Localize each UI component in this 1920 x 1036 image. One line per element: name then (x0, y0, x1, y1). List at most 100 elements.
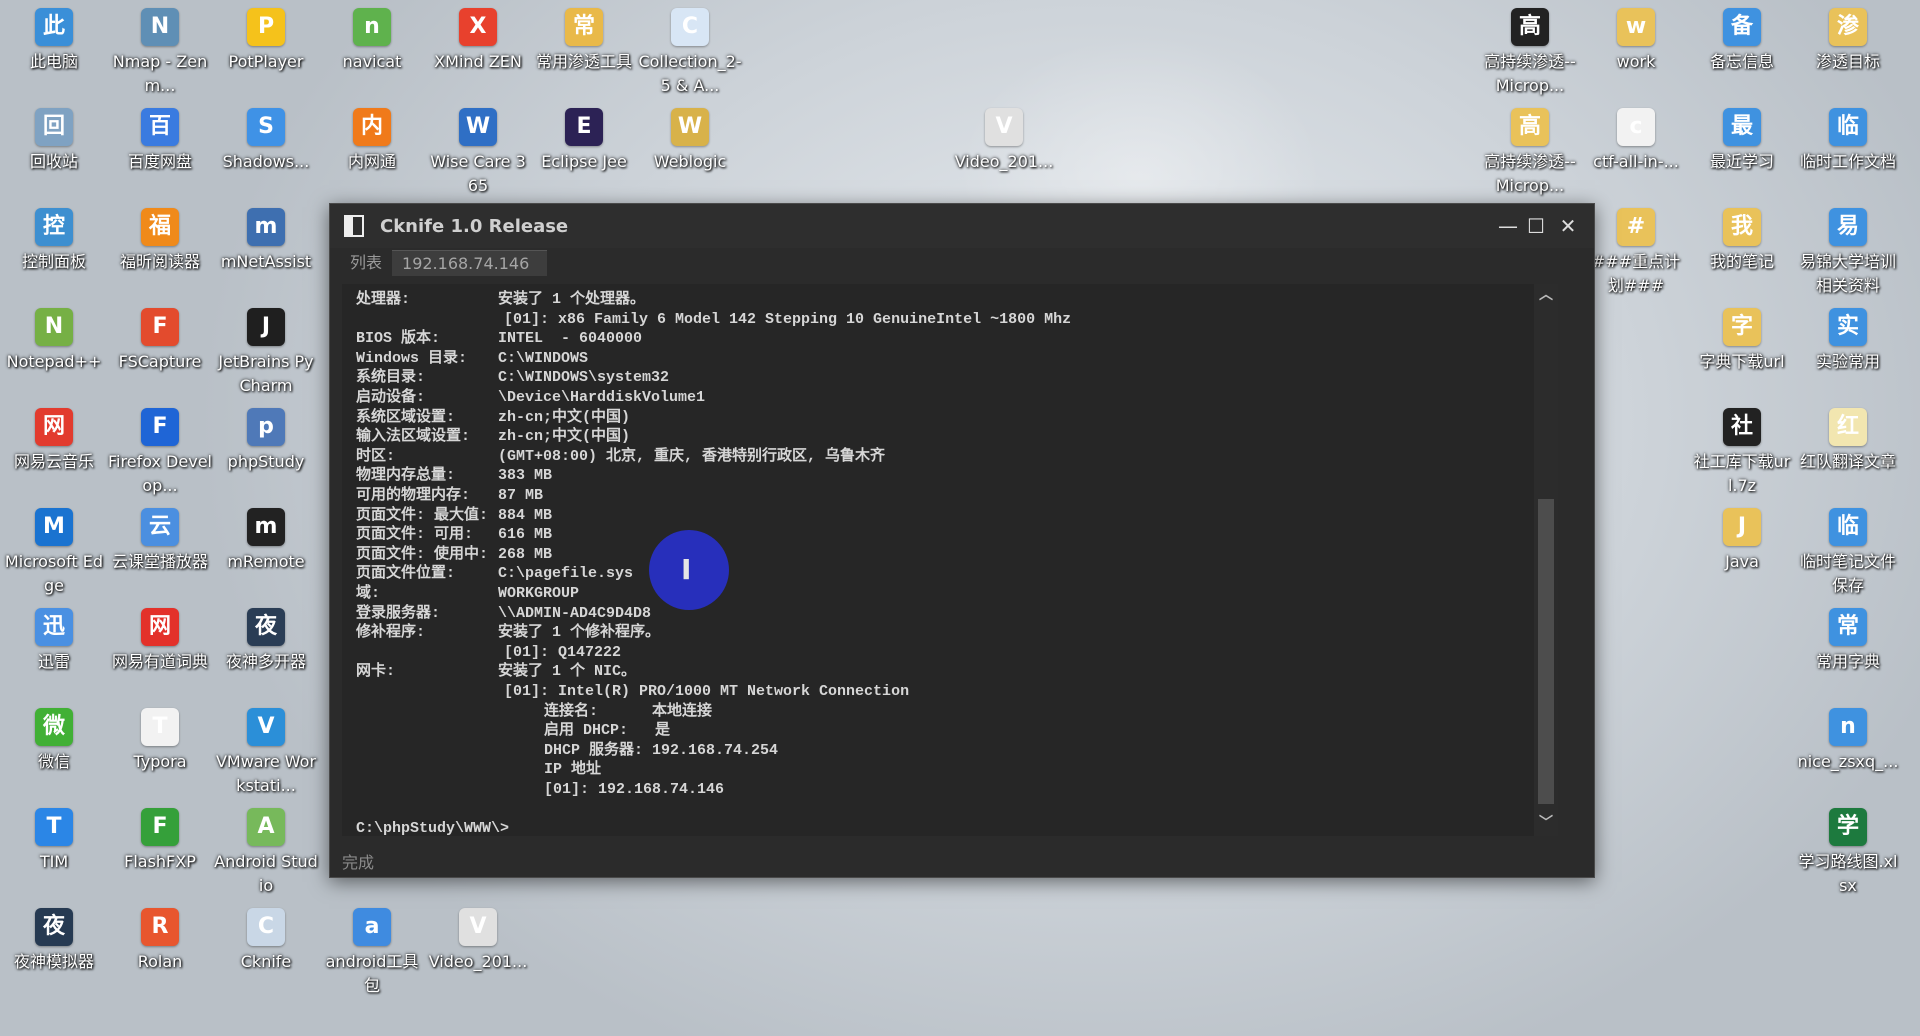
desktop-icon[interactable]: X XMind ZEN (426, 8, 530, 74)
desktop-icon[interactable]: V Video_201... (426, 908, 530, 974)
desktop-icon[interactable]: R Rolan (108, 908, 212, 974)
desktop-icon-label: 临时笔记文件保存 (1799, 552, 1896, 595)
desktop-icon[interactable]: 夜夜神多开器 (214, 608, 318, 674)
desktop-icon[interactable]: 红红队翻译文章 (1796, 408, 1900, 474)
desktop-icon[interactable]: 百百度网盘 (108, 108, 212, 174)
scroll-down-icon[interactable]: ﹀ (1538, 816, 1554, 832)
desktop-icon[interactable]: a android工具包 (320, 908, 424, 998)
desktop-icon-label: 福昕阅读器 (119, 252, 200, 271)
close-icon[interactable]: ✕ (1554, 212, 1582, 240)
desktop-icon-label: 云课堂播放器 (111, 552, 208, 571)
scroll-up-icon[interactable]: ︿ (1538, 288, 1554, 304)
video-file-icon: V (985, 108, 1023, 146)
desktop-icon[interactable]: c ctf-all-in-... (1584, 108, 1688, 174)
tab-host-192-168-74-146[interactable]: 192.168.74.146 (392, 250, 548, 276)
eclipse-icon: E (565, 108, 603, 146)
desktop-icon[interactable]: J JetBrains PyCharm (214, 308, 318, 398)
desktop-icon-label: nice_zsxq_... (1797, 752, 1899, 771)
desktop-icon-label: VMware Workstati... (215, 752, 317, 795)
desktop-icon[interactable]: 回回收站 (2, 108, 106, 174)
desktop-icon[interactable]: w work (1584, 8, 1688, 74)
desktop-icon[interactable]: E Eclipse Jee (532, 108, 636, 174)
desktop-icon[interactable]: 我我的笔记 (1690, 208, 1794, 274)
globe-folder-icon: 实 (1829, 308, 1867, 346)
desktop-icon[interactable]: 备备忘信息 (1690, 8, 1794, 74)
weblogic-icon: W (671, 108, 709, 146)
desktop-icon[interactable]: 最最近学习 (1690, 108, 1794, 174)
desktop-icon[interactable]: W Wise Care 365 (426, 108, 530, 198)
desktop-icon[interactable]: m mNetAssist (214, 208, 318, 274)
desktop-icon[interactable]: C Cknife (214, 908, 318, 974)
desktop-icon[interactable]: 临临时笔记文件保存 (1796, 508, 1900, 598)
desktop-icon[interactable]: J Java (1690, 508, 1794, 574)
console-value: zh-cn;中文(中国) (498, 428, 631, 446)
console-value: 268 MB (498, 545, 553, 563)
desktop-icon-label: Rolan (137, 952, 183, 971)
desktop-icon[interactable]: n navicat (320, 8, 424, 74)
desktop-icon[interactable]: T Typora (108, 708, 212, 774)
desktop-icon[interactable]: 常常用字典 (1796, 608, 1900, 674)
desktop-icon[interactable]: 微微信 (2, 708, 106, 774)
desktop-icon[interactable]: 临临时工作文档 (1796, 108, 1900, 174)
folder-icon: 渗 (1829, 8, 1867, 46)
minimize-icon[interactable]: — (1494, 212, 1522, 240)
desktop-icon[interactable]: F FlashFXP (108, 808, 212, 874)
desktop-icon[interactable]: F Firefox Develop... (108, 408, 212, 498)
desktop-icon[interactable]: p phpStudy (214, 408, 318, 474)
desktop-icon[interactable]: V Video_201... (952, 108, 1056, 174)
pycharm-icon: J (247, 308, 285, 346)
tab-bar: 列表 192.168.74.146 (330, 248, 1594, 276)
console-value: 连接名: 本地连接 (544, 702, 713, 720)
console-value: 616 MB (498, 526, 553, 544)
android-studio-icon: A (247, 808, 285, 846)
desktop-icon[interactable]: 此此电脑 (2, 8, 106, 74)
desktop-icon[interactable]: 云云课堂播放器 (108, 508, 212, 574)
vertical-scrollbar[interactable]: ︿ ﹀ (1534, 284, 1558, 836)
desktop-icon[interactable]: 网网易云音乐 (2, 408, 106, 474)
title-bar[interactable]: Cknife 1.0 Release — ☐ ✕ (330, 204, 1594, 248)
desktop-icon[interactable]: 字字典下载url (1690, 308, 1794, 374)
desktop-icon-label: 红队翻译文章 (1799, 452, 1896, 471)
desktop-icon[interactable]: 常常用渗透工具 (532, 8, 636, 74)
console-value: 87 MB (498, 487, 544, 504)
desktop-icon[interactable]: T TIM (2, 808, 106, 874)
desktop-icon-label: 实验常用 (1815, 352, 1880, 371)
desktop-icon[interactable]: 福福昕阅读器 (108, 208, 212, 274)
maximize-icon[interactable]: ☐ (1522, 212, 1550, 240)
desktop-icon[interactable]: 高高持续渗透--Microp... (1478, 108, 1582, 198)
desktop-icon[interactable]: 控控制面板 (2, 208, 106, 274)
desktop-icon[interactable]: N Nmap - Zenm... (108, 8, 212, 98)
desktop-icon[interactable]: V VMware Workstati... (214, 708, 318, 798)
desktop-icon[interactable]: 高高持续渗透--Microp... (1478, 8, 1582, 98)
desktop-icon[interactable]: S Shadows... (214, 108, 318, 174)
tab-list[interactable]: 列表 (340, 246, 392, 276)
scroll-thumb[interactable] (1538, 499, 1554, 804)
desktop-icon[interactable]: A Android Studio (214, 808, 318, 898)
desktop-icon[interactable]: F FSCapture (108, 308, 212, 374)
desktop-icon[interactable]: 社社工库下载url.7z (1690, 408, 1794, 498)
desktop-icon[interactable]: # ###重点计划### (1584, 208, 1688, 298)
desktop-icon-label: 此电脑 (29, 52, 78, 71)
desktop-icon[interactable]: 实实验常用 (1796, 308, 1900, 374)
desktop-icon[interactable]: 迅迅雷 (2, 608, 106, 674)
desktop-icon[interactable]: P PotPlayer (214, 8, 318, 74)
folder-blue-icon: 易 (1829, 208, 1867, 246)
desktop-icon[interactable]: M Microsoft Edge (2, 508, 106, 598)
tim-icon: T (35, 808, 73, 846)
desktop-icon[interactable]: N Notepad++ (2, 308, 106, 374)
desktop-icon[interactable]: W Weblogic (638, 108, 742, 174)
desktop-icon[interactable]: 渗渗透目标 (1796, 8, 1900, 74)
desktop-icon[interactable]: 易易锦大学培训相关资料 (1796, 208, 1900, 298)
desktop-icon[interactable]: n nice_zsxq_... (1796, 708, 1900, 774)
desktop-icon[interactable]: 学学习路线图.xlsx (1796, 808, 1900, 898)
desktop-icon-label: 最近学习 (1709, 152, 1774, 171)
desktop-icon[interactable]: 内内网通 (320, 108, 424, 174)
desktop-icon[interactable]: C Collection_2-5 & A... (638, 8, 742, 98)
desktop-icon[interactable]: m mRemote (214, 508, 318, 574)
desktop-icon[interactable]: 夜夜神模拟器 (2, 908, 106, 974)
cknife-app-icon (344, 215, 364, 237)
console-value: \\ADMIN-AD4C9D4D8 (498, 604, 652, 622)
desktop-icon[interactable]: 网网易有道词典 (108, 608, 212, 674)
cknife-window: Cknife 1.0 Release — ☐ ✕ 列表 192.168.74.1… (329, 203, 1595, 878)
console-output[interactable]: 处理器: 安装了 1 个处理器。 [01]: x86 Family 6 Model … (342, 284, 1558, 836)
